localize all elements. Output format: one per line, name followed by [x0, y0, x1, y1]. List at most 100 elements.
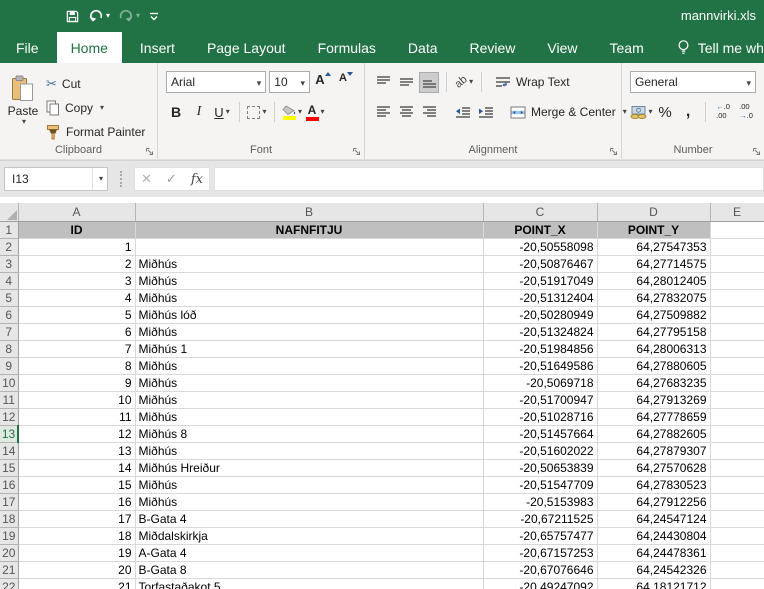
row-header-12[interactable]: 12	[0, 408, 18, 425]
cell[interactable]: 64,28006313	[597, 340, 710, 357]
cell[interactable]: Miðdalskirkja	[135, 527, 483, 544]
formula-bar-resize-handle[interactable]	[120, 171, 122, 187]
decrease-decimal-button[interactable]: .00→.0	[736, 102, 756, 123]
cell[interactable]: 7	[18, 340, 135, 357]
cell[interactable]	[710, 578, 764, 589]
top-align-button[interactable]	[373, 72, 393, 93]
cell[interactable]	[710, 238, 764, 255]
align-center-button[interactable]	[396, 102, 416, 123]
tab-view[interactable]: View	[533, 32, 591, 63]
tab-home[interactable]: Home	[57, 32, 122, 63]
cancel-icon[interactable]: ✕	[141, 171, 152, 187]
cell[interactable]: 64,24542326	[597, 561, 710, 578]
name-box-dropdown-icon[interactable]	[92, 168, 107, 190]
cell[interactable]: 64,27683235	[597, 374, 710, 391]
cell[interactable]: Miðhús	[135, 357, 483, 374]
row-header-3[interactable]: 3	[0, 255, 18, 272]
customize-quick-access-toolbar-button[interactable]	[145, 8, 163, 24]
cell[interactable]: -20,51917049	[483, 272, 597, 289]
row-header-18[interactable]: 18	[0, 510, 18, 527]
cell[interactable]: 4	[18, 289, 135, 306]
fill-color-button[interactable]	[282, 102, 302, 123]
row-header-16[interactable]: 16	[0, 476, 18, 493]
cell[interactable]: -20,50653839	[483, 459, 597, 476]
cell[interactable]: 2	[18, 255, 135, 272]
cell[interactable]: -20,49247092	[483, 578, 597, 589]
cell[interactable]: Miðhús	[135, 476, 483, 493]
cell[interactable]	[710, 272, 764, 289]
clipboard-dialog-launcher-icon[interactable]	[145, 147, 154, 156]
cell[interactable]: 64,27879307	[597, 442, 710, 459]
font-name-combo[interactable]: Arial	[166, 71, 266, 93]
row-header-15[interactable]: 15	[0, 459, 18, 476]
accounting-format-button[interactable]	[630, 102, 652, 123]
cell[interactable]: Miðhús	[135, 289, 483, 306]
decrease-font-size-button[interactable]: A	[336, 72, 356, 93]
formula-input[interactable]	[214, 167, 764, 191]
tab-review[interactable]: Review	[456, 32, 530, 63]
cell[interactable]: -20,51649586	[483, 357, 597, 374]
row-header-8[interactable]: 8	[0, 340, 18, 357]
tab-formulas[interactable]: Formulas	[304, 32, 390, 63]
alignment-dialog-launcher-icon[interactable]	[609, 147, 618, 156]
cell[interactable]: 64,27913269	[597, 391, 710, 408]
cell[interactable]: -20,67076646	[483, 561, 597, 578]
cell[interactable]	[135, 238, 483, 255]
cell[interactable]	[710, 408, 764, 425]
cell[interactable]: 64,27714575	[597, 255, 710, 272]
tell-me-box[interactable]: Tell me what you want to do	[666, 32, 764, 63]
increase-font-size-button[interactable]: A	[313, 72, 333, 93]
cell[interactable]: 64,27795158	[597, 323, 710, 340]
cell[interactable]: -20,50558098	[483, 238, 597, 255]
cell[interactable]: 10	[18, 391, 135, 408]
cell[interactable]	[710, 561, 764, 578]
font-size-combo[interactable]: 10	[269, 71, 310, 93]
cell[interactable]: -20,5153983	[483, 493, 597, 510]
row-header-14[interactable]: 14	[0, 442, 18, 459]
cell[interactable]: 64,27912256	[597, 493, 710, 510]
cell[interactable]: 1	[18, 238, 135, 255]
cell[interactable]: 64,27830523	[597, 476, 710, 493]
row-header-19[interactable]: 19	[0, 527, 18, 544]
copy-button[interactable]: Copy	[46, 98, 145, 118]
cell[interactable]: 9	[18, 374, 135, 391]
cell[interactable]: -20,51324824	[483, 323, 597, 340]
cell[interactable]: NAFNFITJU	[135, 221, 483, 238]
tab-file[interactable]: File	[2, 32, 53, 63]
cell[interactable]: POINT_X	[483, 221, 597, 238]
merge-and-center-button[interactable]: Merge & Center	[510, 102, 627, 122]
increase-decimal-button[interactable]: ←.0.00	[713, 102, 733, 123]
cell[interactable]: 20	[18, 561, 135, 578]
cell[interactable]: ID	[18, 221, 135, 238]
row-header-17[interactable]: 17	[0, 493, 18, 510]
cell[interactable]: Miðhús	[135, 323, 483, 340]
row-header-9[interactable]: 9	[0, 357, 18, 374]
tab-team[interactable]: Team	[596, 32, 658, 63]
cell[interactable]: Miðhús lóð	[135, 306, 483, 323]
cell[interactable]: Miðhús	[135, 272, 483, 289]
cell[interactable]: 64,27547353	[597, 238, 710, 255]
cell[interactable]	[710, 255, 764, 272]
cell[interactable]: Miðhús	[135, 374, 483, 391]
cell[interactable]: -20,50280949	[483, 306, 597, 323]
cell[interactable]	[710, 476, 764, 493]
cell[interactable]: 21	[18, 578, 135, 589]
row-header-5[interactable]: 5	[0, 289, 18, 306]
cell[interactable]: Torfastaðakot 5	[135, 578, 483, 589]
cell[interactable]	[710, 391, 764, 408]
row-header-22[interactable]: 22	[0, 578, 18, 589]
column-header-c[interactable]: C	[483, 203, 597, 221]
cell[interactable]: 19	[18, 544, 135, 561]
row-header-11[interactable]: 11	[0, 391, 18, 408]
select-all-button[interactable]	[0, 203, 18, 221]
cell[interactable]: B-Gata 8	[135, 561, 483, 578]
cell[interactable]	[710, 425, 764, 442]
row-header-7[interactable]: 7	[0, 323, 18, 340]
column-header-a[interactable]: A	[18, 203, 135, 221]
cell[interactable]: 64,27509882	[597, 306, 710, 323]
cell[interactable]	[710, 493, 764, 510]
row-header-20[interactable]: 20	[0, 544, 18, 561]
cell[interactable]: 64,27882605	[597, 425, 710, 442]
cell[interactable]	[710, 544, 764, 561]
row-header-1[interactable]: 1	[0, 221, 18, 238]
